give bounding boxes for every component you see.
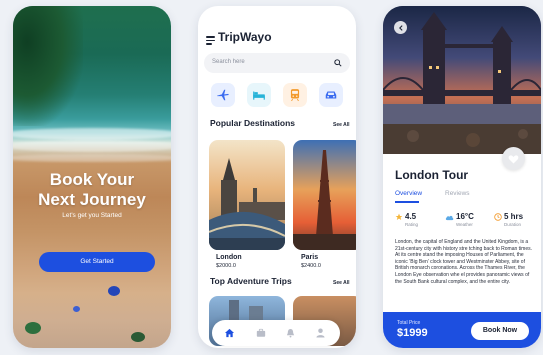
- beach-shrub: [25, 322, 41, 334]
- total-price-label: Total Price: [397, 320, 421, 326]
- profile-icon[interactable]: [316, 328, 325, 338]
- london-skyline-image: [209, 140, 285, 250]
- back-button[interactable]: [394, 21, 407, 34]
- search-input[interactable]: Search here: [204, 53, 350, 73]
- briefcase-icon[interactable]: [256, 328, 266, 338]
- total-price-value: $1999: [397, 327, 428, 339]
- wave-foam: [13, 154, 171, 162]
- popular-destinations-title: Popular Destinations: [210, 118, 296, 128]
- weather-label: Weather: [456, 222, 473, 227]
- see-all-link[interactable]: See All: [333, 280, 350, 286]
- onboarding-headline: Book Your: [49, 170, 135, 189]
- app-brand: TripWayo: [218, 30, 272, 44]
- favorite-button[interactable]: [502, 147, 525, 170]
- duration-label: Duration: [504, 222, 522, 227]
- paris-card-image[interactable]: [293, 140, 356, 250]
- tab-reviews[interactable]: Reviews: [445, 190, 470, 197]
- bell-icon[interactable]: [286, 328, 295, 338]
- airplane-icon: [217, 89, 229, 101]
- home-icon[interactable]: [224, 328, 235, 338]
- cloud-icon: [445, 215, 454, 221]
- destination-price: $2000.0: [216, 263, 236, 269]
- eiffel-tower-image: [293, 140, 356, 250]
- search-placeholder: Search here: [212, 59, 245, 65]
- car-icon: [325, 91, 337, 99]
- top-adventure-trips-title: Top Adventure Trips: [210, 276, 292, 286]
- bottom-tab-bar: [212, 320, 340, 346]
- train-icon: [290, 89, 300, 102]
- book-now-button[interactable]: Book Now: [471, 322, 529, 340]
- wave-foam: [13, 128, 171, 140]
- clock-icon: [494, 213, 502, 221]
- star-icon: [395, 213, 403, 220]
- tour-description: London, the capital of England and the U…: [395, 239, 532, 285]
- detail-screen: London Tour Overview Reviews 4.5 Rating …: [383, 6, 541, 348]
- get-started-button[interactable]: Get Started: [39, 252, 155, 272]
- tour-title: London Tour: [395, 168, 469, 182]
- onboarding-screen: Book Your Next Journey Let's get you Sta…: [13, 6, 171, 348]
- beach-umbrella: [108, 286, 120, 296]
- destination-price: $2400.0: [301, 263, 321, 269]
- london-card-image[interactable]: [209, 140, 285, 250]
- hotel-bed-icon: [253, 91, 265, 100]
- weather-value: 16°C: [456, 212, 474, 221]
- onboarding-headline: Next Journey: [38, 190, 146, 209]
- home-screen: TripWayo Search here Popular Destination…: [198, 6, 356, 348]
- rating-label: Rating: [405, 222, 419, 227]
- beach-shrub: [131, 332, 145, 342]
- duration-value: 5 hrs: [504, 212, 524, 221]
- chevron-left-icon: [398, 24, 403, 31]
- category-hotels[interactable]: [247, 83, 271, 107]
- category-trains[interactable]: [283, 83, 307, 107]
- beach-umbrella: [73, 306, 80, 312]
- tab-overview[interactable]: Overview: [395, 190, 422, 197]
- category-flights[interactable]: [211, 83, 235, 107]
- booking-bar: Total Price $1999 Book Now: [383, 312, 541, 348]
- heart-icon: [508, 154, 519, 164]
- search-icon[interactable]: [334, 59, 342, 67]
- wave-foam: [13, 140, 171, 152]
- category-cars[interactable]: [319, 83, 343, 107]
- see-all-link[interactable]: See All: [333, 122, 350, 128]
- destination-city: London: [216, 254, 242, 261]
- destination-city: Paris: [301, 254, 319, 261]
- aerial-jungle: [13, 6, 83, 126]
- menu-icon[interactable]: [206, 36, 215, 47]
- active-tab-indicator: [395, 201, 419, 203]
- rating-value: 4.5: [405, 212, 417, 221]
- onboarding-subtitle: Let's get you Started: [62, 212, 122, 219]
